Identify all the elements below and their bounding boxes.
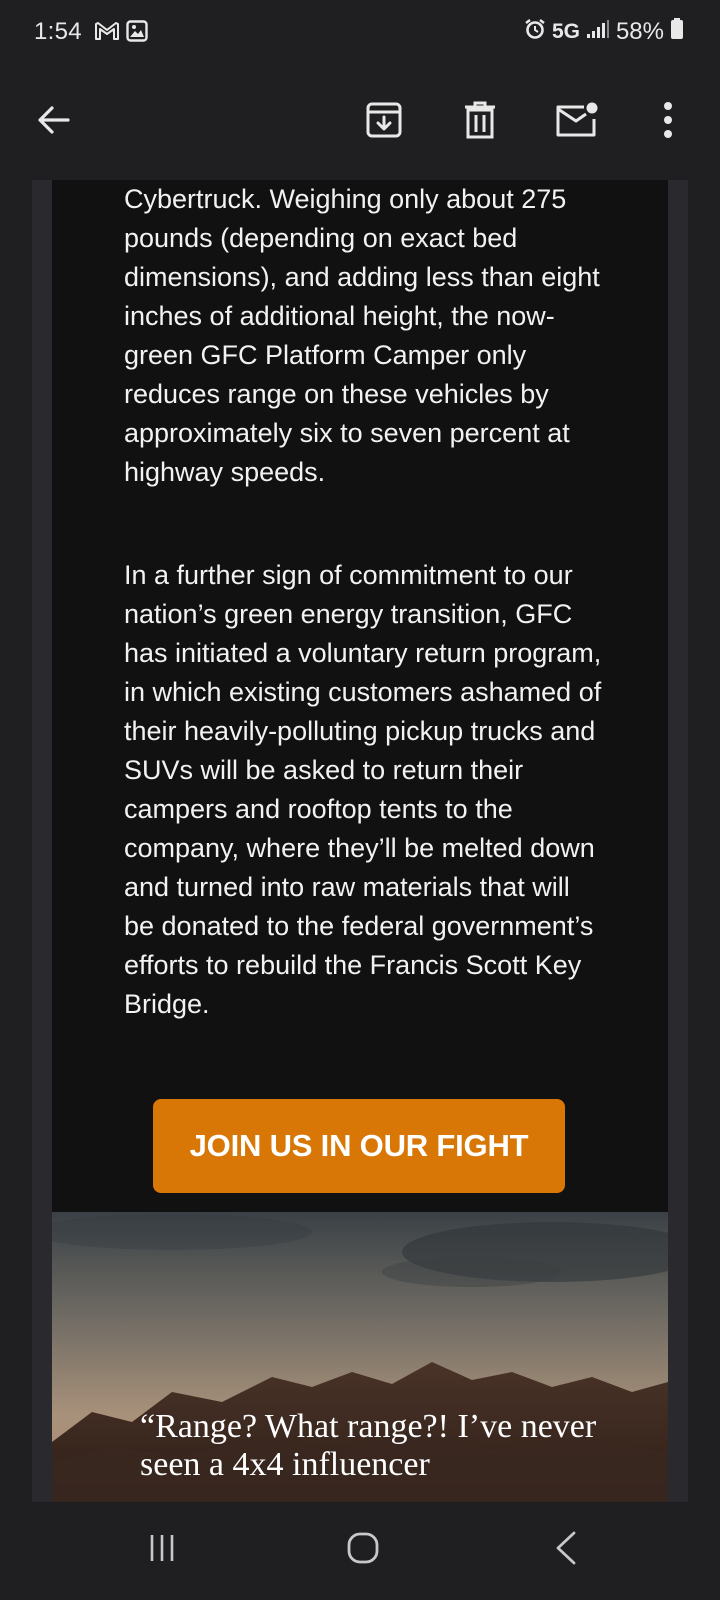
home-button[interactable] [327,1522,399,1578]
recents-icon [147,1533,177,1568]
status-time: 1:54 [34,18,82,45]
gmail-icon [94,20,120,47]
archive-button[interactable] [352,90,416,154]
nav-back-button[interactable] [530,1522,602,1578]
mark-unread-icon [554,101,598,144]
network-type: 5G [551,20,580,43]
back-button[interactable] [22,90,86,154]
email-content-frame: Cybertruck. Weighing only about 275 poun… [32,180,688,1502]
home-icon [346,1531,380,1570]
hero-image[interactable]: “Range? What range?! I’ve never seen a 4… [52,1212,668,1502]
image-icon [126,20,148,47]
email-paragraph: Cybertruck. Weighing only about 275 poun… [124,184,600,487]
recents-button[interactable] [126,1522,198,1578]
email-body: Cybertruck. Weighing only about 275 poun… [52,180,668,1502]
archive-icon [365,101,403,144]
trash-icon [463,101,497,144]
email-toolbar [0,68,720,180]
email-paragraph: In a further sign of commitment to our n… [124,560,602,1019]
back-arrow-icon [36,104,72,141]
hero-quote: “Range? What range?! I’ve never seen a 4… [140,1408,597,1483]
more-vert-icon [662,101,674,144]
signal-icon [586,19,610,45]
delete-button[interactable] [448,90,512,154]
system-nav-bar [0,1502,720,1600]
join-us-button[interactable]: JOIN US IN OUR FIGHT [153,1099,565,1193]
status-bar: 1:54 5G 58% [0,0,720,68]
more-options-button[interactable] [636,90,700,154]
battery-icon [670,18,684,46]
battery-percent: 58% [615,18,664,45]
alarm-icon [524,18,546,46]
nav-back-icon [554,1531,578,1570]
mark-unread-button[interactable] [544,90,608,154]
